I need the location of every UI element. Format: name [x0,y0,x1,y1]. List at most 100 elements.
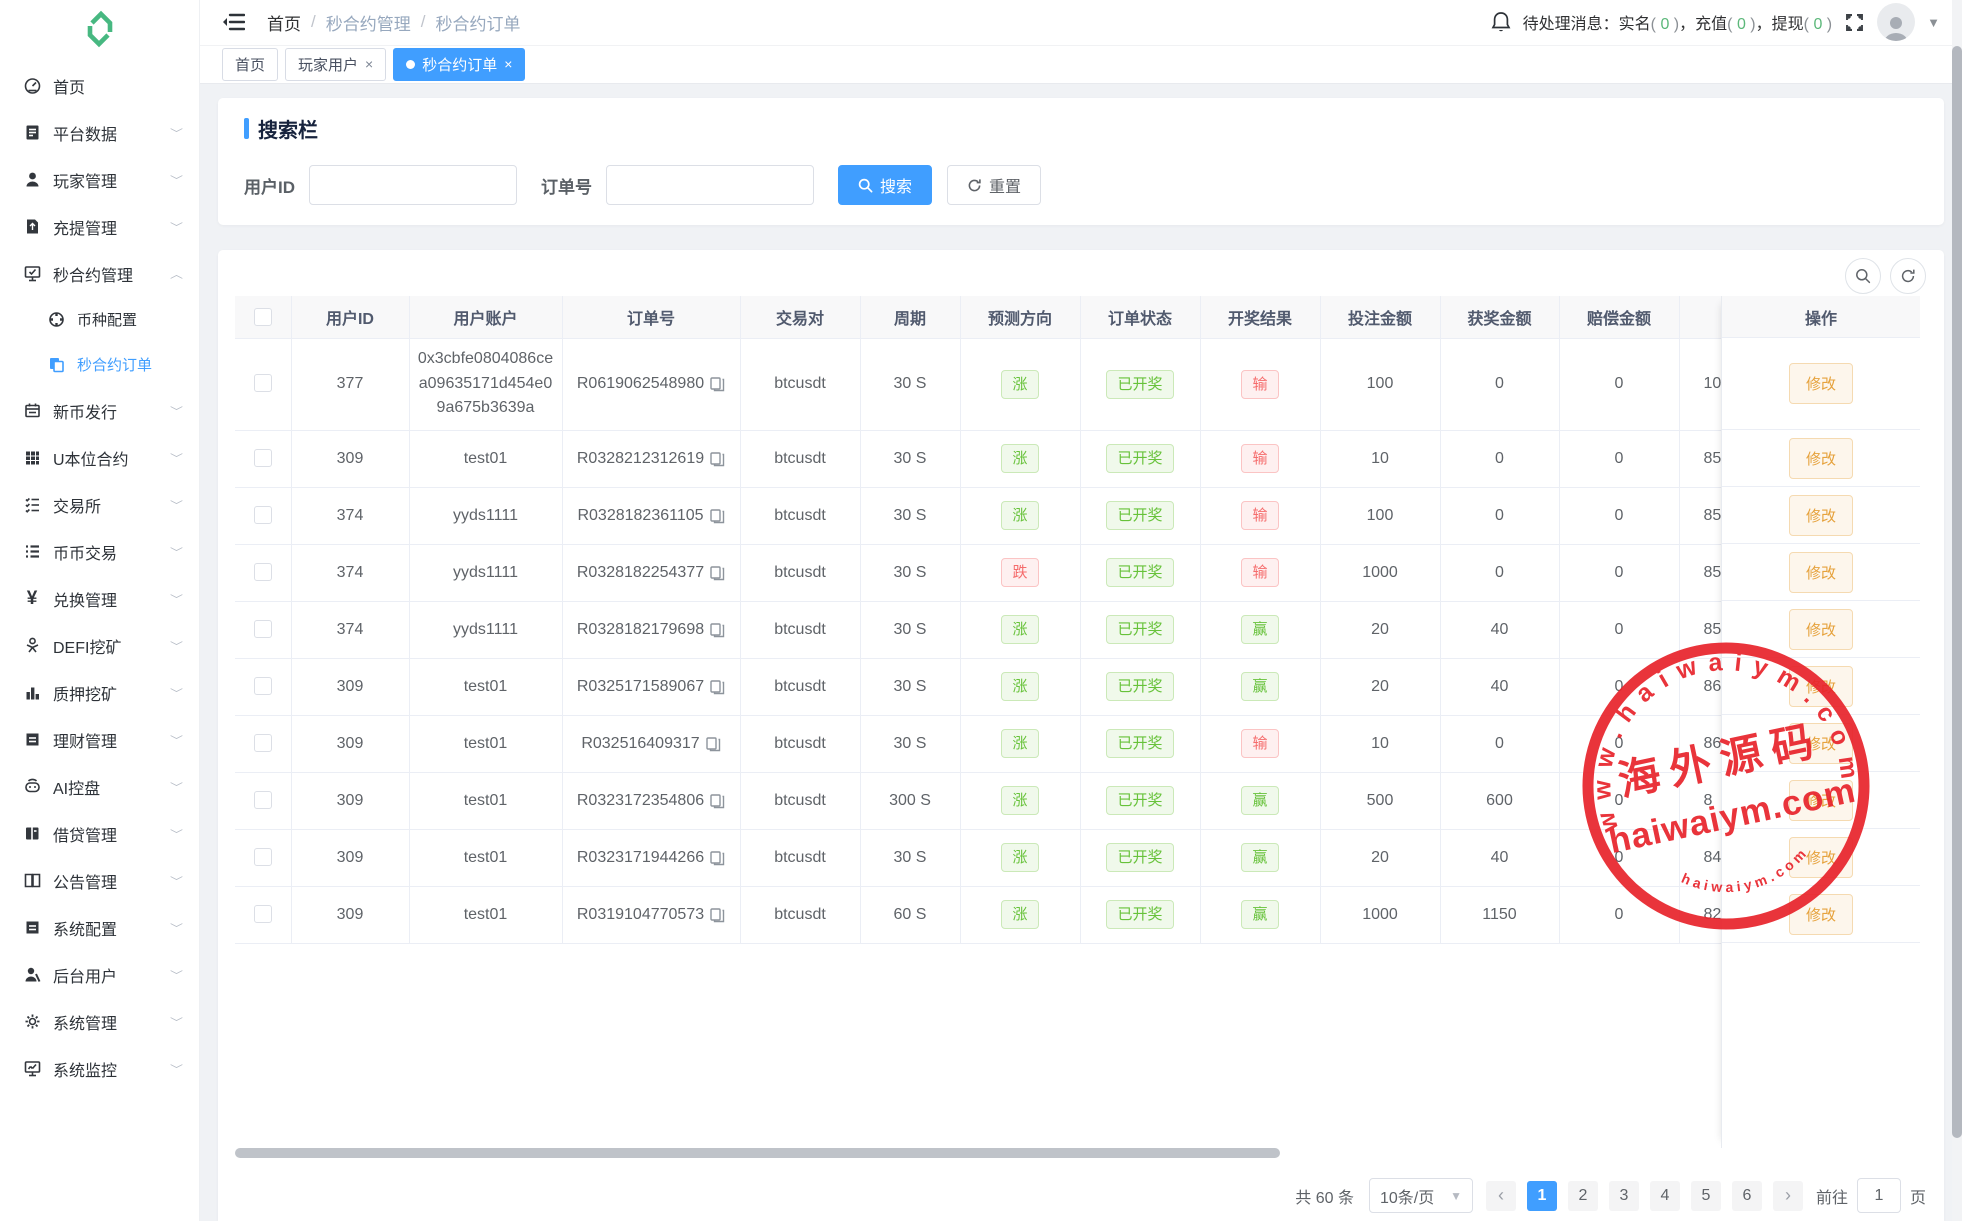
cell-pair: btcusdt [740,886,860,943]
row-checkbox[interactable] [254,791,272,809]
tab-close-icon[interactable]: × [504,56,512,72]
table-row: 3770x3cbfe0804086cea09635171d454e09a675b… [235,338,1919,430]
breadcrumb-level1[interactable]: 秒合约管理 [326,10,411,35]
sidebar-item-13[interactable]: AI控盘﹀ [0,763,199,810]
tab-close-icon[interactable]: × [365,56,373,72]
page-button-1[interactable]: 1 [1527,1181,1557,1211]
page-button-4[interactable]: 4 [1650,1181,1680,1211]
sidebar-item-15[interactable]: 公告管理﹀ [0,857,199,904]
sidebar-item-18[interactable]: 系统管理﹀ [0,998,199,1045]
tab-玩家用户[interactable]: 玩家用户× [285,48,386,81]
sidebar-item-label: DEFI挖矿 [53,634,121,658]
user-avatar[interactable] [1877,3,1915,41]
menu-fold-icon[interactable] [222,12,245,32]
user-menu-caret-icon[interactable]: ▼ [1927,15,1940,30]
select-all-checkbox[interactable] [254,308,272,326]
order-no-input[interactable] [606,165,814,205]
row-checkbox[interactable] [254,449,272,467]
sidebar-item-1[interactable]: 平台数据﹀ [0,109,199,156]
row-checkbox[interactable] [254,905,272,923]
tab-首页[interactable]: 首页 [222,48,278,81]
edit-button[interactable]: 修改 [1789,723,1853,764]
row-checkbox[interactable] [254,506,272,524]
action-cell: 修改 [1722,658,1920,715]
edit-button[interactable]: 修改 [1789,363,1853,404]
copy-icon[interactable] [709,622,725,638]
cell-period: 300 S [860,772,960,829]
sidebar-item-2[interactable]: 玩家管理﹀ [0,156,199,203]
edit-button[interactable]: 修改 [1789,894,1853,935]
sidebar-item-8[interactable]: 币币交易﹀ [0,528,199,575]
copy-icon[interactable] [709,850,725,866]
next-page-button[interactable]: › [1773,1181,1803,1211]
chevron-down-icon: ﹀ [170,172,183,187]
sidebar-subitem-秒合约订单[interactable]: 秒合约订单 [0,342,199,387]
sidebar-item-7[interactable]: 交易所﹀ [0,481,199,528]
row-checkbox[interactable] [254,734,272,752]
page-button-5[interactable]: 5 [1691,1181,1721,1211]
table-refresh-button[interactable] [1890,258,1926,294]
cell-account: yyds1111 [409,544,562,601]
row-checkbox[interactable] [254,563,272,581]
sidebar-item-14[interactable]: 借贷管理﹀ [0,810,199,857]
edit-button[interactable]: 修改 [1789,780,1853,821]
copy-icon[interactable] [709,451,725,467]
copy-icon[interactable] [709,793,725,809]
row-checkbox[interactable] [254,677,272,695]
edit-button[interactable]: 修改 [1789,666,1853,707]
sidebar-item-3[interactable]: 充提管理﹀ [0,203,199,250]
sidebar-item-11[interactable]: 质押挖矿﹀ [0,669,199,716]
edit-button[interactable]: 修改 [1789,495,1853,536]
copy-icon[interactable] [705,736,721,752]
chevron-down-icon: ﹀ [170,450,183,465]
page-button-2[interactable]: 2 [1568,1181,1598,1211]
breadcrumb-home[interactable]: 首页 [267,10,301,35]
copy-icon[interactable] [709,679,725,695]
tab-label: 秒合约订单 [422,54,497,75]
page-button-3[interactable]: 3 [1609,1181,1639,1211]
sidebar-item-17[interactable]: 后台用户﹀ [0,951,199,998]
status-badge: 输 [1241,444,1278,473]
sidebar-item-5[interactable]: 新币发行﹀ [0,387,199,434]
monitor-icon [22,1059,42,1079]
row-checkbox[interactable] [254,620,272,638]
copy-icon[interactable] [709,565,725,581]
total-count-label: 共 60 条 [1295,1184,1354,1208]
bell-icon[interactable] [1491,11,1511,33]
page-size-select[interactable]: 10条/页 ▼ [1369,1178,1473,1213]
fullscreen-icon[interactable] [1844,12,1865,33]
sidebar-item-9[interactable]: ¥兑换管理﹀ [0,575,199,622]
copy-icon[interactable] [709,508,725,524]
tab-秒合约订单[interactable]: 秒合约订单 × [393,48,525,81]
sidebar-item-0[interactable]: 首页 [0,62,199,109]
sidebar-item-19[interactable]: 系统监控﹀ [0,1045,199,1092]
sidebar-item-10[interactable]: DEFI挖矿﹀ [0,622,199,669]
copy-icon[interactable] [709,376,725,392]
page-button-6[interactable]: 6 [1732,1181,1762,1211]
notice-item: 实名( 0 ) [1619,10,1679,34]
coin-icon [46,310,66,330]
table-search-toggle-button[interactable] [1845,258,1881,294]
edit-button[interactable]: 修改 [1789,438,1853,479]
edit-button[interactable]: 修改 [1789,609,1853,650]
row-checkbox[interactable] [254,848,272,866]
cell-period: 30 S [860,715,960,772]
edit-button[interactable]: 修改 [1789,552,1853,593]
copy-icon[interactable] [709,907,725,923]
sidebar-subitem-币种配置[interactable]: 币种配置 [0,297,199,342]
edit-button[interactable]: 修改 [1789,837,1853,878]
sidebar-item-12[interactable]: 理财管理﹀ [0,716,199,763]
page-scrollbar-thumb[interactable] [1952,46,1962,1138]
goto-page-input[interactable] [1857,1178,1901,1213]
user-id-input[interactable] [309,165,517,205]
search-button[interactable]: 搜索 [838,165,932,205]
sidebar-item-6[interactable]: U本位合约﹀ [0,434,199,481]
sidebar-item-16[interactable]: 系统配置﹀ [0,904,199,951]
sidebar-item-4[interactable]: 秒合约管理︿ [0,250,199,297]
row-checkbox[interactable] [254,374,272,392]
prev-page-button[interactable]: ‹ [1486,1181,1516,1211]
reset-button[interactable]: 重置 [947,165,1041,205]
cell-result: 赢 [1200,829,1320,886]
sidebar-item-label: 交易所 [53,493,101,517]
horizontal-scroll-thumb[interactable] [235,1148,1280,1158]
